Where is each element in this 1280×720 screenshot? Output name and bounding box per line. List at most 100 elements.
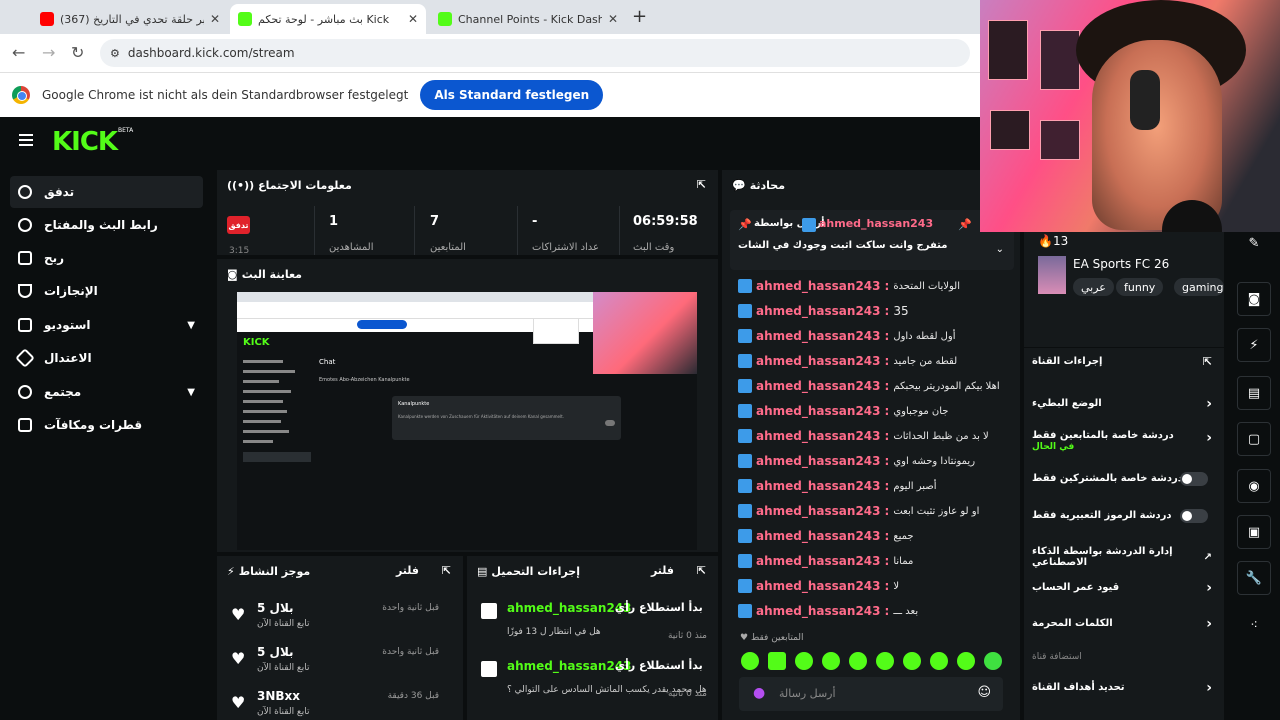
chat-username[interactable]: ahmed_hassan243 <box>756 279 881 293</box>
feed-username[interactable]: بلال 5 <box>257 601 294 615</box>
tab-channel-points[interactable]: Channel Points - Kick Dashboard ✕ <box>430 4 626 34</box>
channel-goals-row[interactable]: تحديد أهداف القناة › <box>1032 680 1216 696</box>
emote-icon[interactable] <box>741 652 759 670</box>
menu-icon[interactable] <box>19 134 33 146</box>
close-icon[interactable]: ✕ <box>408 12 418 26</box>
mod-username[interactable]: ahmed_hassan243 <box>507 601 632 615</box>
chat-username[interactable]: ahmed_hassan243 <box>756 329 881 343</box>
subscribers-only-toggle[interactable] <box>1180 471 1208 486</box>
bolt-icon[interactable]: ⚡ <box>1237 328 1271 362</box>
headset <box>1130 70 1160 130</box>
emote-icon[interactable] <box>768 652 786 670</box>
tab-youtube[interactable]: (367) اكبر حلقة تحدي في التاريخ 🤣 ✕ <box>32 4 228 34</box>
chat-username[interactable]: ahmed_hassan243 <box>756 429 881 443</box>
external-link-icon[interactable]: ↗ <box>1204 552 1212 563</box>
sidebar-item-studio[interactable]: استوديو ▼ <box>10 309 203 341</box>
ai-moderation-row[interactable]: إدارة الدردشة بواسطة الذكاء الاصطناعي ↗ <box>1032 546 1216 568</box>
filter-button[interactable]: فلتر <box>651 564 674 577</box>
chat-username[interactable]: ahmed_hassan243 <box>756 604 881 618</box>
popout-icon[interactable]: ⇱ <box>442 564 451 577</box>
chevron-right-icon[interactable]: › <box>1206 580 1212 596</box>
new-tab-button[interactable]: + <box>632 6 647 27</box>
set-default-button[interactable]: Als Standard festlegen <box>420 80 604 110</box>
url-field[interactable]: ⚙ dashboard.kick.com/stream <box>100 39 970 67</box>
sidebar-item-stream-key[interactable]: رابط البث والمفتاح <box>10 209 203 241</box>
emote-icon[interactable] <box>984 652 1002 670</box>
emotes-only-toggle[interactable] <box>1180 508 1208 523</box>
back-icon[interactable]: ← <box>12 43 25 62</box>
unpin-icon[interactable]: 📌 <box>958 218 972 231</box>
kick-icon <box>438 12 452 26</box>
video-icon[interactable]: ▣ <box>1237 515 1271 549</box>
chat-username[interactable]: ahmed_hassan243 <box>756 404 881 418</box>
emote-icon[interactable] <box>930 652 948 670</box>
filter-button[interactable]: فلتر <box>396 564 419 577</box>
chevron-right-icon[interactable]: › <box>1206 396 1212 412</box>
broadcast-icon[interactable]: ◉ <box>1237 469 1271 503</box>
infobar-text: Google Chrome ist nicht als dein Standar… <box>42 88 409 102</box>
slow-mode-row[interactable]: الوضع البطيء › <box>1032 396 1216 412</box>
site-info-icon[interactable]: ⚙ <box>110 47 120 60</box>
camera-icon[interactable]: ◙ <box>1237 282 1271 316</box>
sidebar-item-stream[interactable]: تدفق <box>10 176 203 208</box>
pinned-username[interactable]: ahmed_hassan243 <box>819 217 933 230</box>
banned-words-row[interactable]: الكلمات المحرمة › <box>1032 616 1216 632</box>
mod-username[interactable]: ahmed_hassan243 <box>507 659 632 673</box>
popout-icon[interactable]: ⇱ <box>697 178 706 191</box>
emoji-icon[interactable]: ☺ <box>977 685 991 700</box>
account-age-row[interactable]: قيود عمر الحساب › <box>1032 580 1216 596</box>
chat-username[interactable]: ahmed_hassan243 <box>756 379 881 393</box>
sidebar-item-moderation[interactable]: الاعتدال <box>10 342 203 374</box>
emote-icon[interactable] <box>795 652 813 670</box>
kick-logo[interactable]: KICK <box>52 127 118 157</box>
followers-only-row[interactable]: دردشة خاصة بالمتابعين فقط في الحال › <box>1032 430 1216 452</box>
chevron-right-icon[interactable]: › <box>1206 616 1212 632</box>
wrench-icon[interactable]: 🔧 <box>1237 561 1271 595</box>
section-label: استضافة قناة <box>1032 652 1082 662</box>
chat-icon[interactable]: ▢ <box>1237 422 1271 456</box>
emote-icon[interactable] <box>849 652 867 670</box>
feed-username[interactable]: 3NBxx <box>257 689 300 703</box>
chat-username[interactable]: ahmed_hassan243 <box>756 579 881 593</box>
chat-username[interactable]: ahmed_hassan243 <box>756 354 881 368</box>
divider <box>414 206 415 255</box>
chevron-right-icon[interactable]: › <box>1206 430 1212 446</box>
more-icon[interactable]: ⁖ <box>1237 608 1271 642</box>
sidebar-item-drops[interactable]: قطرات ومكافآت <box>10 409 203 441</box>
stream-tag[interactable]: gaming <box>1174 278 1224 296</box>
feed-username[interactable]: بلال 5 <box>257 645 294 659</box>
emote-icon[interactable] <box>903 652 921 670</box>
emote-icon[interactable] <box>876 652 894 670</box>
stream-tag[interactable]: عربي <box>1073 278 1114 296</box>
stream-tag[interactable]: funny <box>1116 278 1164 296</box>
chat-username[interactable]: ahmed_hassan243 <box>756 454 881 468</box>
forward-icon[interactable]: → <box>42 43 55 62</box>
chevron-down-icon[interactable]: ⌄ <box>996 244 1004 255</box>
chat-username[interactable]: ahmed_hassan243 <box>756 529 881 543</box>
chevron-right-icon[interactable]: › <box>1206 680 1212 696</box>
emote-icon[interactable] <box>822 652 840 670</box>
emote-icon[interactable] <box>957 652 975 670</box>
chevron-down-icon[interactable]: ▼ <box>187 320 195 331</box>
popout-icon[interactable]: ⇱ <box>1203 355 1212 368</box>
sidebar-item-community[interactable]: مجتمع ▼ <box>10 376 203 408</box>
close-icon[interactable]: ✕ <box>608 12 618 26</box>
tab-kick-stream[interactable]: بث مباشر - لوحة تحكم Kick ✕ <box>230 4 426 34</box>
chat-input[interactable]: ● أرسل رسالة ☺ <box>739 677 1003 711</box>
edit-icon[interactable]: ✎ <box>1237 226 1271 260</box>
stream-preview-video[interactable]: KICK Chat Emotes Abo-Abzeichen Kanalpunk… <box>237 292 697 550</box>
chat-username[interactable]: ahmed_hassan243 <box>756 479 881 493</box>
chat-username[interactable]: ahmed_hassan243 <box>756 304 881 318</box>
mic-icon[interactable]: ● <box>753 685 765 701</box>
sidebar-item-earn[interactable]: ربح <box>10 242 203 274</box>
document-icon[interactable]: ▤ <box>1237 376 1271 410</box>
sidebar-item-achievements[interactable]: الإنجازات <box>10 275 203 307</box>
close-icon[interactable]: ✕ <box>210 12 220 26</box>
popout-icon[interactable]: ⇱ <box>697 564 706 577</box>
category-name[interactable]: EA Sports FC 26 <box>1073 257 1169 271</box>
chat-username[interactable]: ahmed_hassan243 <box>756 554 881 568</box>
reload-icon[interactable]: ↻ <box>71 43 84 62</box>
chat-username[interactable]: ahmed_hassan243 <box>756 504 881 518</box>
chevron-down-icon[interactable]: ▼ <box>187 387 195 398</box>
pinned-message[interactable]: 📌 أرسل بواسطة ahmed_hassan243 📌 متفرج وا… <box>730 210 1014 270</box>
